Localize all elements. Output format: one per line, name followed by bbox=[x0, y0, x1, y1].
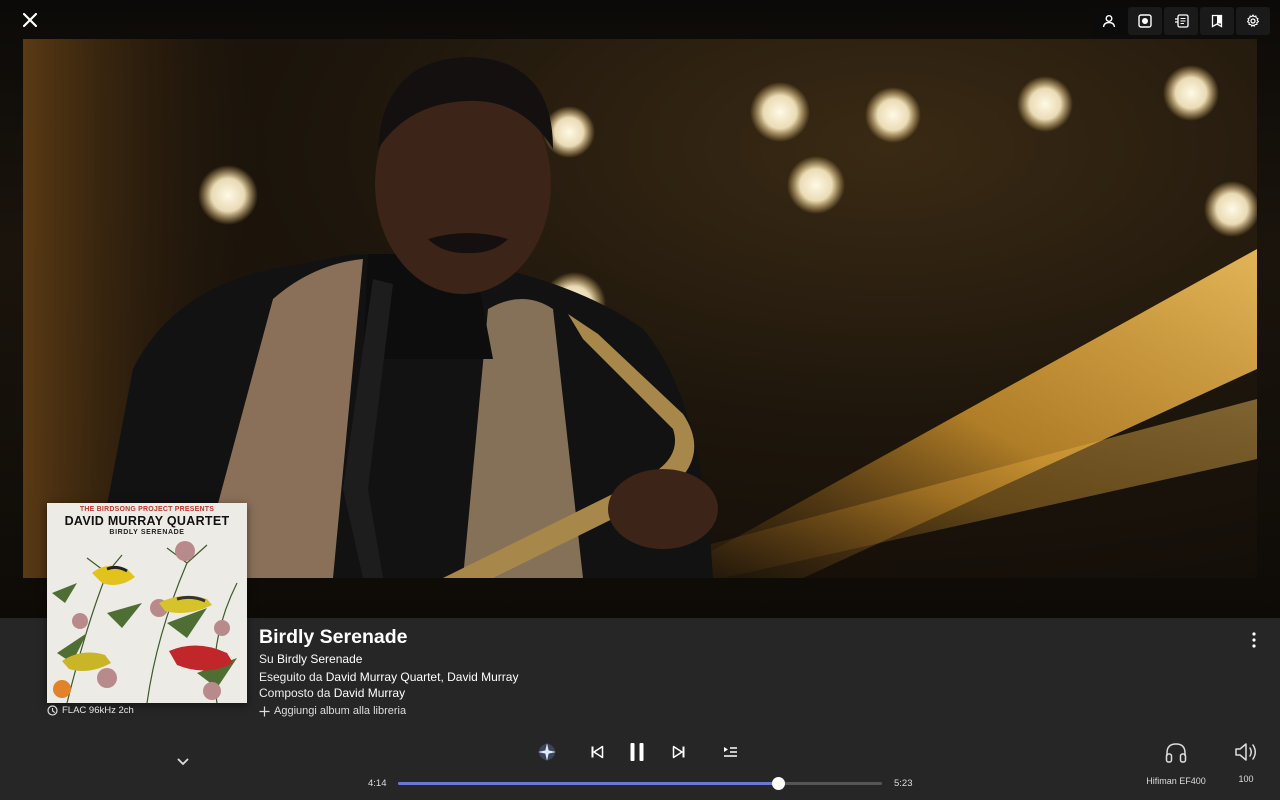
settings-button[interactable] bbox=[1236, 7, 1270, 35]
record-icon bbox=[1138, 14, 1152, 28]
elapsed-time: 4:14 bbox=[368, 778, 387, 789]
audio-quality[interactable]: FLAC 96kHz 2ch bbox=[47, 705, 134, 716]
lyrics-view-button[interactable] bbox=[1164, 7, 1198, 35]
previous-button[interactable] bbox=[584, 739, 610, 765]
lyrics-icon bbox=[1174, 14, 1189, 28]
composer-link[interactable]: David Murray bbox=[334, 686, 405, 700]
album-cover-artwork bbox=[52, 541, 238, 703]
close-icon bbox=[22, 12, 38, 28]
output-device-name: Hifiman EF400 bbox=[1146, 776, 1206, 786]
progress-bar[interactable] bbox=[398, 777, 882, 790]
radio-mode-button[interactable] bbox=[534, 739, 560, 765]
album-line: Su Birdly Serenade bbox=[259, 652, 362, 666]
artist-view-button[interactable] bbox=[1092, 7, 1126, 35]
pause-icon bbox=[630, 743, 644, 761]
booklet-icon bbox=[1211, 14, 1223, 28]
volume-button[interactable]: 100 bbox=[1230, 741, 1262, 784]
album-view-button[interactable] bbox=[1128, 7, 1162, 35]
queue-button[interactable] bbox=[717, 739, 743, 765]
audio-quality-label: FLAC 96kHz 2ch bbox=[62, 705, 134, 716]
add-to-library-button[interactable]: Aggiungi album alla libreria bbox=[259, 705, 406, 717]
album-prefix: Su bbox=[259, 652, 274, 666]
sparkle-icon bbox=[538, 743, 556, 761]
quality-icon bbox=[47, 705, 58, 716]
skip-previous-icon bbox=[591, 745, 604, 759]
pause-button[interactable] bbox=[624, 739, 650, 765]
top-bar bbox=[0, 0, 1280, 40]
transport-controls bbox=[0, 739, 1280, 765]
queue-icon bbox=[723, 747, 737, 757]
add-to-library-label: Aggiungi album alla libreria bbox=[274, 705, 407, 717]
plus-icon bbox=[259, 706, 270, 716]
gear-icon bbox=[1246, 14, 1260, 27]
performers-prefix: Eseguito da bbox=[259, 670, 323, 684]
artist-photo bbox=[23, 39, 1257, 578]
performers-line: Eseguito da David Murray Quartet, David … bbox=[259, 670, 518, 684]
headphones-icon bbox=[1165, 743, 1187, 763]
user-icon bbox=[1102, 15, 1116, 28]
composer-prefix: Composto da bbox=[259, 686, 331, 700]
composer-line: Composto da David Murray bbox=[259, 686, 405, 700]
skip-next-icon bbox=[672, 745, 685, 759]
album-link[interactable]: Birdly Serenade bbox=[277, 652, 362, 666]
speaker-icon bbox=[1235, 743, 1256, 761]
output-device-button[interactable]: Hifiman EF400 bbox=[1140, 741, 1212, 786]
progress-fill bbox=[398, 782, 779, 785]
close-button[interactable] bbox=[18, 8, 42, 32]
next-button[interactable] bbox=[666, 739, 692, 765]
more-options-button[interactable] bbox=[1244, 630, 1264, 650]
track-title: Birdly Serenade bbox=[259, 626, 408, 648]
performers-link[interactable]: David Murray Quartet, David Murray bbox=[326, 670, 519, 684]
album-cover[interactable]: THE BIRDSONG PROJECT PRESENTS DAVID MURR… bbox=[47, 503, 247, 703]
volume-level: 100 bbox=[1238, 774, 1254, 784]
booklet-view-button[interactable] bbox=[1200, 7, 1234, 35]
total-time: 5:23 bbox=[894, 778, 913, 789]
more-vertical-icon bbox=[1252, 632, 1256, 648]
view-toolbar bbox=[1092, 7, 1270, 35]
